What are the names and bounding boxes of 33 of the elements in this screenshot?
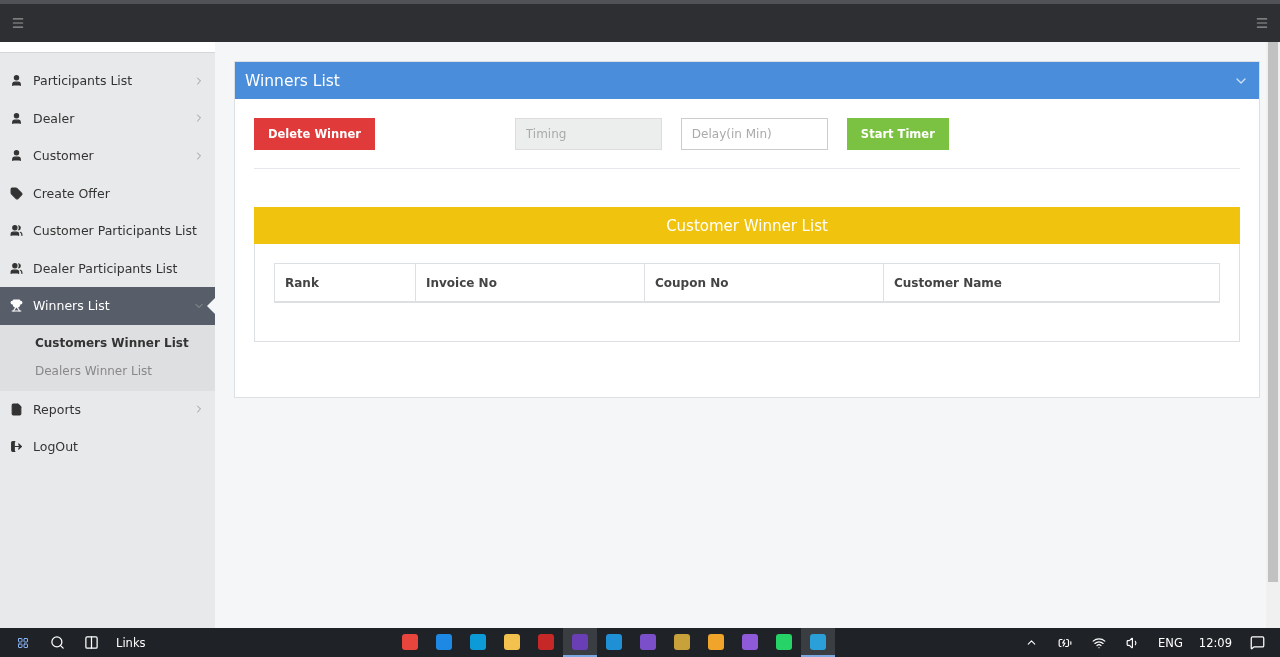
column-header: Coupon No	[645, 264, 884, 301]
user-icon	[10, 74, 23, 88]
delay-field[interactable]: Delay(in Min)	[680, 118, 828, 150]
document-icon	[10, 402, 23, 416]
sidebar-item[interactable]: LogOut	[0, 428, 215, 466]
sidebar-item[interactable]: Participants List	[0, 62, 215, 100]
clock-text[interactable]: 12:09	[1190, 635, 1240, 650]
user-icon	[10, 149, 23, 163]
table-title: Customer Winner List	[254, 207, 1240, 244]
taskbar-app-icon[interactable]	[800, 628, 835, 657]
users-icon	[10, 261, 23, 275]
trophy-icon	[10, 299, 23, 313]
toolbar-label[interactable]: Links	[108, 635, 154, 650]
sidebar-item[interactable]: Dealer	[0, 99, 215, 137]
tag-icon	[10, 186, 23, 200]
column-header: Customer Name	[893, 274, 1003, 292]
language-indicator[interactable]: ENG	[1150, 635, 1191, 650]
sidebar-item[interactable]: Dealer Participants List	[0, 249, 215, 287]
sidebar-item[interactable]: Reports	[0, 390, 215, 428]
sidebar-item[interactable]: Customer Participants List	[0, 212, 215, 250]
sidebar-item[interactable]: Create Offer	[0, 174, 215, 212]
scrollbar[interactable]	[1266, 42, 1280, 628]
column-header: Invoice No	[416, 264, 645, 301]
submenu-item[interactable]: Customers Winner List	[0, 328, 215, 357]
delete-winner-button[interactable]: Delete Winner	[254, 118, 375, 150]
logout-icon	[10, 440, 23, 454]
taskbar-app-icon[interactable]	[562, 628, 597, 657]
column-header: Rank	[275, 264, 416, 301]
user-icon	[10, 111, 23, 125]
sidebar-item[interactable]: Winners List	[0, 287, 215, 325]
panel-title: Winners List	[245, 71, 340, 90]
sidebar-item[interactable]: Customer	[0, 137, 215, 175]
users-icon	[10, 224, 23, 238]
